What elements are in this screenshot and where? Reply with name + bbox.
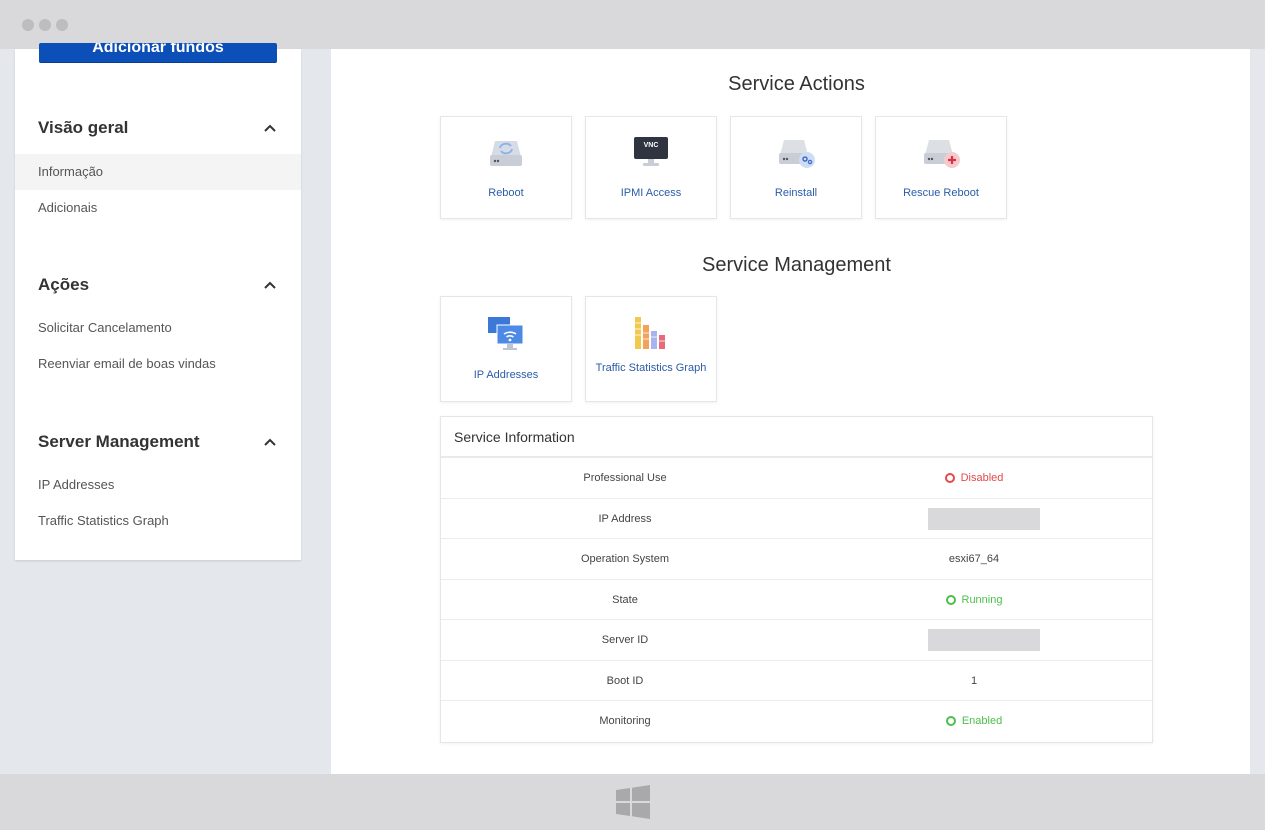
sidebar-item-solicitar-cancelamento[interactable]: Solicitar Cancelamento xyxy=(15,310,301,346)
service-information-title: Service Information xyxy=(441,417,1152,458)
tile-label: IP Addresses xyxy=(473,369,539,381)
ip-addresses-tile[interactable]: IP Addresses xyxy=(440,296,572,402)
table-row: Monitoring Enabled xyxy=(441,701,1152,742)
window-dot-icon[interactable] xyxy=(56,19,68,31)
row-label: Operation System xyxy=(580,553,670,565)
status-text: Running xyxy=(961,593,1003,606)
table-row: Operation System esxi67_64 xyxy=(441,539,1152,580)
tile-label: Rescue Reboot xyxy=(903,187,979,199)
traffic-statistics-tile[interactable]: Traffic Statistics Graph xyxy=(585,296,717,402)
status-badge: Running xyxy=(945,593,1003,606)
sidebar-item-ip-addresses[interactable]: IP Addresses xyxy=(15,467,301,503)
row-value: 1 xyxy=(970,674,978,687)
table-row: IP Address xyxy=(441,499,1152,539)
sidebar-item-traffic-statistics[interactable]: Traffic Statistics Graph xyxy=(15,503,301,539)
status-ring-icon xyxy=(945,594,956,605)
sidebar: Adicionar fundos Visão geral Informação … xyxy=(15,43,301,560)
redacted-value xyxy=(928,507,1040,530)
sidebar-section-title: Ações xyxy=(38,275,90,294)
status-badge: Disabled xyxy=(944,472,1004,484)
vnc-icon-text: VNC xyxy=(644,142,659,149)
window-dot-icon[interactable] xyxy=(22,19,34,31)
sidebar-item-adicionais[interactable]: Adicionais xyxy=(15,190,301,226)
status-ring-icon xyxy=(945,716,956,726)
tile-label: Reinstall xyxy=(774,187,818,199)
chevron-up-icon[interactable] xyxy=(263,280,277,290)
table-row: State Running xyxy=(441,580,1152,620)
service-actions-heading: Service Actions xyxy=(728,73,865,95)
sidebar-section-title: Visão geral xyxy=(38,118,129,137)
sidebar-section-title: Server Management xyxy=(38,432,200,451)
window-dot-icon[interactable] xyxy=(39,19,51,31)
status-badge: Enabled xyxy=(945,715,1003,727)
status-text: Enabled xyxy=(961,715,1003,727)
reboot-icon xyxy=(490,141,522,166)
reinstall-tile[interactable]: Reinstall xyxy=(730,116,862,219)
service-management-heading: Service Management xyxy=(702,254,891,276)
row-label: Boot ID xyxy=(606,674,644,687)
table-row: Professional Use Disabled xyxy=(441,458,1152,499)
row-value: esxi67_64 xyxy=(948,553,1000,565)
sidebar-item-reenviar-email[interactable]: Reenviar email de boas vindas xyxy=(15,346,301,382)
table-row: Server ID xyxy=(441,620,1152,661)
status-ring-icon xyxy=(944,473,955,483)
rescue-reboot-tile[interactable]: Rescue Reboot xyxy=(875,116,1007,219)
reinstall-icon xyxy=(779,140,815,168)
rescue-reboot-icon xyxy=(924,140,960,168)
ipmi-access-tile[interactable]: VNC IPMI Access xyxy=(585,116,717,219)
row-label: Monitoring xyxy=(599,715,651,727)
tile-label: Traffic Statistics Graph xyxy=(595,362,707,374)
row-label: IP Address xyxy=(598,512,652,525)
row-label: State xyxy=(612,593,638,606)
window-title-bar xyxy=(0,0,1265,49)
reboot-tile[interactable]: Reboot xyxy=(440,116,572,219)
traffic-graph-icon xyxy=(635,317,665,349)
tile-label: Reboot xyxy=(488,187,524,199)
windows-logo-icon[interactable] xyxy=(616,785,650,819)
chevron-up-icon[interactable] xyxy=(263,437,277,447)
row-label: Server ID xyxy=(601,634,649,646)
table-row: Boot ID 1 xyxy=(441,661,1152,701)
vnc-monitor-icon: VNC xyxy=(634,137,668,166)
redacted-value xyxy=(928,629,1040,651)
chevron-up-icon[interactable] xyxy=(263,123,277,133)
row-label: Professional Use xyxy=(583,472,667,484)
sidebar-item-informacao[interactable]: Informação xyxy=(15,154,301,190)
service-information-panel: Service Information Professional Use Dis… xyxy=(440,416,1153,743)
status-text: Disabled xyxy=(960,472,1004,484)
add-funds-button[interactable]: Adicionar fundos xyxy=(39,43,277,63)
tile-label: IPMI Access xyxy=(620,187,682,199)
main-content: Service Actions Reboot VNC IPMI Access R… xyxy=(331,49,1250,774)
ip-addresses-icon xyxy=(488,317,524,350)
